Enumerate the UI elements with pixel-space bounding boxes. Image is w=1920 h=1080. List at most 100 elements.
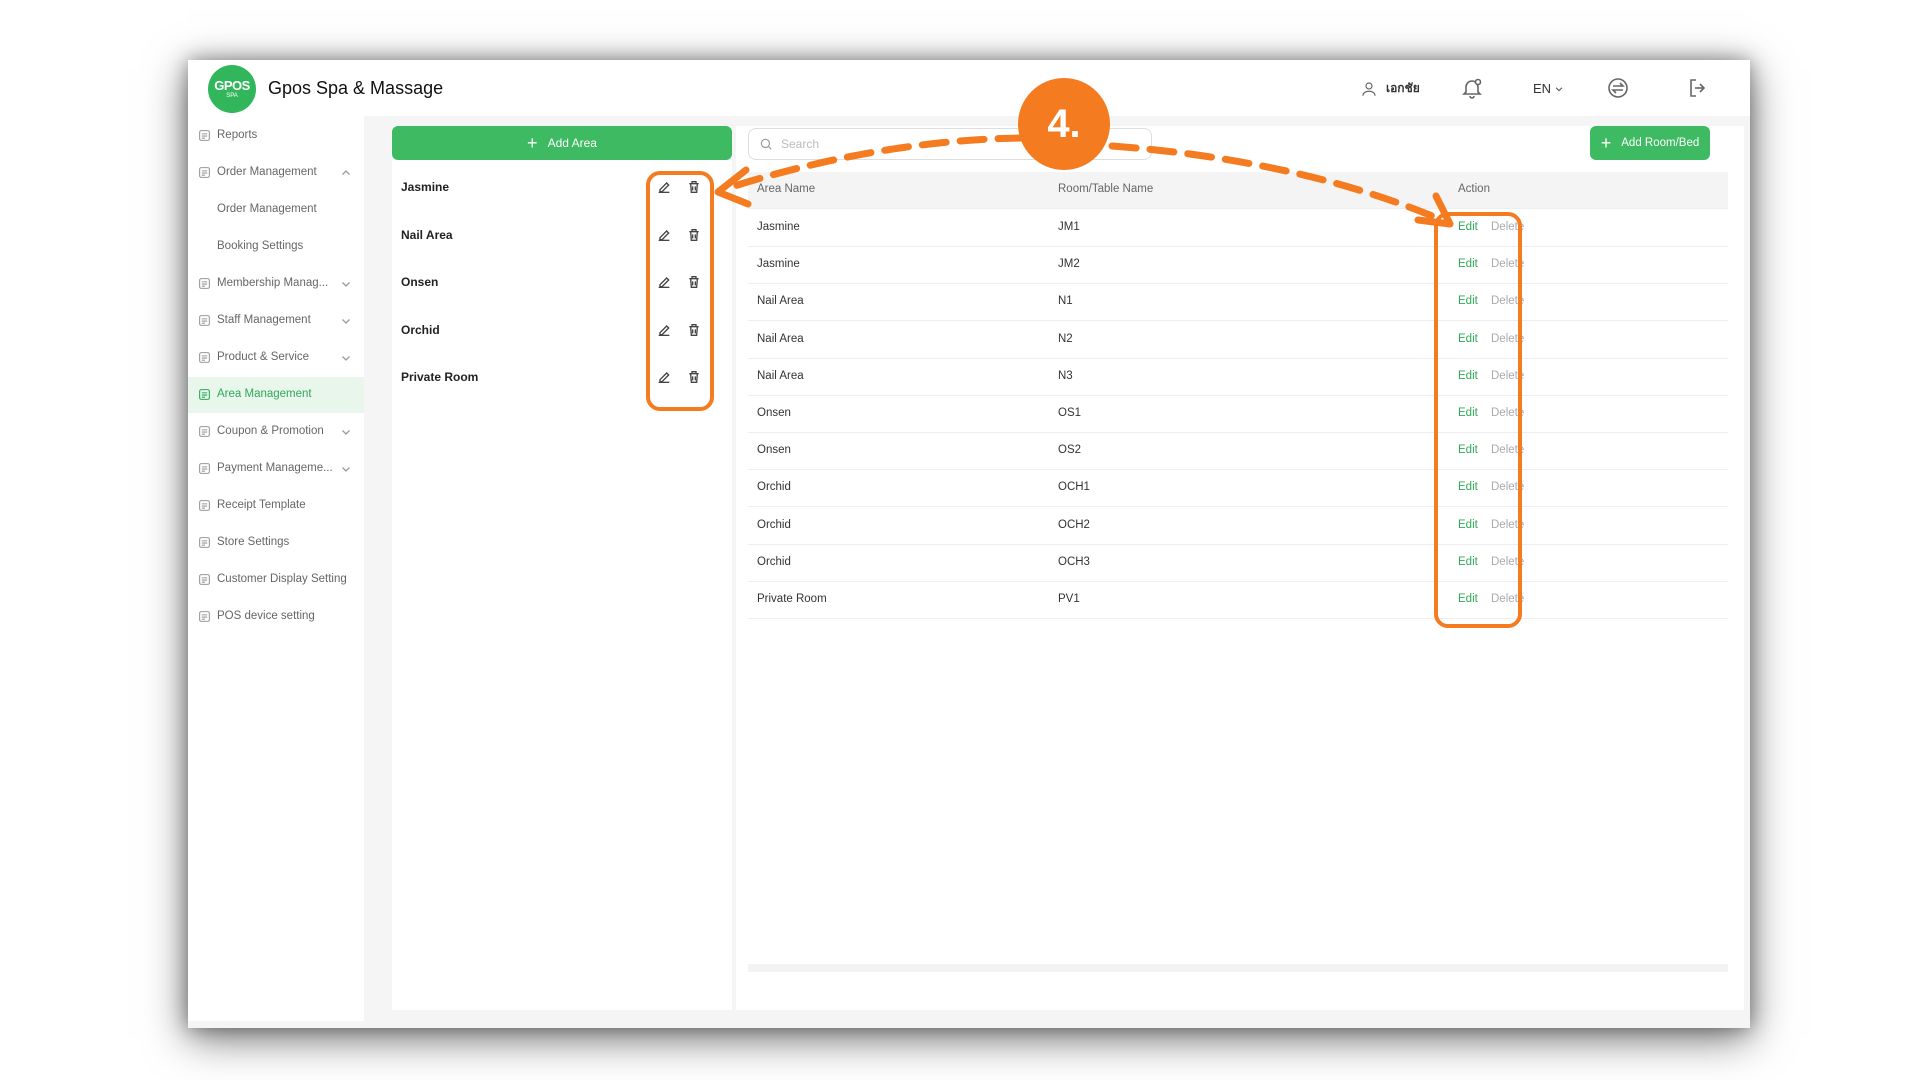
cell-area-name: Jasmine: [757, 221, 800, 233]
sidebar: Reports Order Management Order Management B…: [188, 116, 364, 1021]
app-title: Gpos Spa & Massage: [268, 78, 444, 98]
store-icon: [199, 537, 210, 548]
cell-area-name: Nail Area: [757, 369, 804, 382]
top-header: GPOS SPA Gpos Spa & Massage เอกชัย EN: [188, 60, 1750, 116]
cell-room-name: PV1: [1058, 593, 1080, 605]
search-placeholder: Search: [781, 137, 820, 151]
receipt-icon: [199, 500, 210, 511]
annotation-box-area-actions: [646, 171, 714, 411]
sidebar-item-label: POS device setting: [217, 610, 315, 622]
area-name: Nail Area: [401, 227, 453, 242]
cell-room-name: OS2: [1058, 444, 1082, 457]
cell-room-name: OCH2: [1058, 518, 1090, 531]
table-row: Nail Area N1 Edit Delete: [748, 283, 1728, 322]
add-area-button[interactable]: + Add Area: [392, 126, 732, 160]
sidebar-item-label: Payment Manageme...: [217, 462, 333, 474]
room-table-panel: Search + Add Room/Bed Area Name Room/Tab…: [736, 126, 1744, 1010]
logo-text: GPOS: [214, 78, 250, 93]
add-area-label: Add Area: [547, 136, 597, 150]
sidebar-item-coupon-promotion[interactable]: Coupon & Promotion: [188, 414, 364, 450]
sidebar-item-payment-manageme[interactable]: Payment Manageme...: [188, 451, 364, 487]
cell-area-name: Nail Area: [757, 295, 804, 308]
table-row: Orchid OCH2 Edit Delete: [748, 507, 1728, 545]
area-name: Onsen: [401, 275, 439, 289]
chevron-up-icon: [342, 170, 350, 175]
sidebar-item-pos-device-setting[interactable]: POS device setting: [188, 599, 364, 635]
logout-icon[interactable]: [1686, 76, 1710, 100]
sidebar-item-label: Product & Service: [217, 351, 310, 363]
table-row: Orchid OCH3 Edit Delete: [748, 544, 1728, 582]
table-row: Nail Area N3 Edit Delete: [748, 358, 1728, 396]
sidebar-item-area-management[interactable]: Area Management: [188, 377, 364, 413]
table-row: Jasmine JM2 Edit Delete: [748, 246, 1728, 285]
table-row: Onsen OS1 Edit Delete: [748, 395, 1728, 433]
table-row: Onsen OS2 Edit Delete: [748, 432, 1728, 471]
language-label: EN: [1533, 81, 1552, 96]
column-action: Action: [1458, 183, 1490, 195]
cell-area-name: Orchid: [757, 481, 791, 494]
area-name: Private Room: [401, 370, 479, 384]
sidebar-item-store-settings[interactable]: Store Settings: [188, 525, 364, 561]
plus-icon: +: [1600, 133, 1612, 153]
sidebar-item-membership-manag[interactable]: Membership Manag...: [188, 266, 364, 302]
sidebar-item-customer-display-setting[interactable]: Customer Display Setting: [188, 562, 364, 598]
cell-room-name: N1: [1058, 295, 1073, 308]
cell-room-name: OCH3: [1058, 555, 1090, 568]
chevron-down-icon: [342, 319, 350, 324]
logo-sub: SPA: [226, 93, 238, 99]
sidebar-item-label: Staff Management: [217, 314, 311, 326]
sidebar-item-label: Coupon & Promotion: [217, 425, 324, 437]
sidebar-item-order-management[interactable]: Order Management: [188, 192, 364, 228]
membership-icon: [199, 278, 210, 289]
cell-room-name: N2: [1058, 332, 1073, 345]
annotation-box-row-actions: [1434, 212, 1522, 628]
cell-room-name: JM2: [1058, 258, 1080, 271]
cell-room-name: N3: [1058, 369, 1073, 382]
sidebar-item-label: Receipt Template: [217, 499, 306, 511]
bell-icon[interactable]: [1460, 76, 1484, 100]
table-row: Jasmine JM1 Edit Delete: [748, 209, 1728, 247]
step-number-badge: 4.: [1018, 78, 1110, 170]
report-icon: [199, 130, 210, 141]
product-icon: [199, 352, 210, 363]
area-name: Orchid: [401, 322, 440, 337]
horizontal-scrollbar[interactable]: [748, 964, 1728, 972]
search-icon: [760, 138, 772, 150]
cell-area-name: Nail Area: [757, 332, 804, 345]
coupon-icon: [199, 426, 210, 437]
table-row: Orchid OCH1 Edit Delete: [748, 469, 1728, 508]
column-area-name: Area Name: [757, 183, 816, 195]
sidebar-item-label: Order Management: [217, 166, 317, 178]
cell-area-name: Onsen: [757, 407, 791, 419]
sidebar-item-product-service[interactable]: Product & Service: [188, 340, 364, 376]
cell-area-name: Orchid: [757, 555, 791, 568]
cell-area-name: Jasmine: [757, 258, 800, 271]
cell-area-name: Private Room: [757, 593, 827, 605]
cell-area-name: Orchid: [757, 518, 791, 531]
area-name: Jasmine: [401, 180, 450, 194]
user-name: เอกชัย: [1386, 81, 1420, 95]
sidebar-item-staff-management[interactable]: Staff Management: [188, 303, 364, 339]
sync-icon[interactable]: [1606, 76, 1630, 100]
plus-icon: +: [527, 133, 538, 153]
chevron-down-icon: [342, 467, 350, 472]
cell-room-name: JM1: [1058, 221, 1080, 233]
sidebar-item-order-management[interactable]: Order Management: [188, 155, 364, 191]
sidebar-item-booking-settings[interactable]: Booking Settings: [188, 229, 364, 265]
chevron-down-icon: [342, 356, 350, 361]
cell-area-name: Onsen: [757, 444, 791, 457]
add-room-label: Add Room/Bed: [1621, 137, 1700, 149]
sidebar-item-reports[interactable]: Reports: [188, 118, 364, 154]
chevron-down-icon: [342, 430, 350, 435]
chevron-down-icon: [342, 282, 350, 287]
user-menu[interactable]: เอกชัย: [1360, 79, 1420, 98]
language-selector[interactable]: EN: [1533, 81, 1564, 96]
table-row: Nail Area N2 Edit Delete: [748, 321, 1728, 359]
sidebar-item-receipt-template[interactable]: Receipt Template: [188, 488, 364, 524]
sidebar-item-label: Store Settings: [217, 536, 290, 548]
order-icon: [199, 167, 210, 178]
column-room-name: Room/Table Name: [1058, 183, 1154, 195]
chevron-down-icon: [1555, 86, 1563, 91]
sidebar-item-label: Reports: [217, 129, 258, 141]
add-room-bed-button[interactable]: + Add Room/Bed: [1590, 126, 1710, 160]
